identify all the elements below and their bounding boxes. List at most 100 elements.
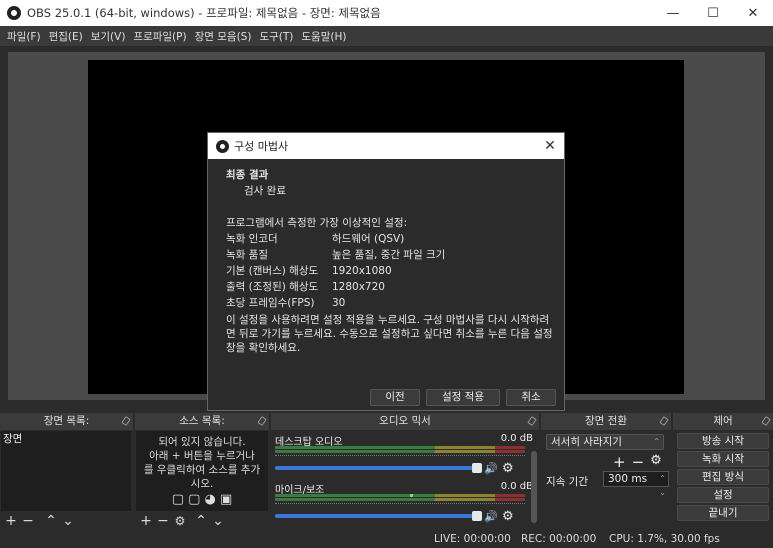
menu-bar: 파일(F) 편집(E) 보기(V) 프로파일(P) 장면 모음(S) 도구(T)…: [0, 26, 773, 46]
add-source-icon[interactable]: +: [140, 514, 152, 528]
menu-help[interactable]: 도움말(H): [297, 29, 350, 44]
add-transition-icon[interactable]: +: [613, 453, 626, 471]
scene-item[interactable]: 장면: [1, 431, 131, 447]
maximize-button[interactable]: ☐: [693, 0, 733, 26]
speaker-icon[interactable]: 🔊: [484, 510, 498, 523]
undock-icon[interactable]: [527, 416, 537, 426]
cancel-button[interactable]: 취소: [506, 389, 556, 406]
setting-value: 1280x720: [332, 281, 385, 293]
setting-value: 1920x1080: [332, 265, 392, 277]
mixer-scrollbar[interactable]: [531, 451, 537, 523]
volume-slider[interactable]: [275, 463, 482, 473]
source-type-icons: ▢ ▢ ◕ ▣: [171, 492, 233, 507]
scenes-dock: 장면 목록: 장면 + − ⌃ ⌄: [0, 413, 133, 530]
remove-transition-icon[interactable]: −: [632, 453, 645, 471]
mixer-dock-title: 오디오 믹서: [271, 413, 539, 430]
dialog-note: 이 설정을 사용하려면 설정 적용을 누르세요. 구성 마법사를 다시 시작하려…: [226, 314, 553, 354]
undock-icon[interactable]: [257, 416, 267, 426]
setting-row: 출력 (조정된) 해상도 1280x720: [226, 279, 556, 295]
mixer-body: 데스크탑 오디오 0.0 dB 🔊 ⚙ 마이크/보조 0.0 dB 🔊 ⚙: [271, 431, 539, 530]
transition-select-value: 서서히 사라지기: [551, 436, 622, 448]
move-up-icon[interactable]: ⌃: [195, 514, 207, 528]
spin-arrows-icon[interactable]: ⌃ ⌄: [659, 472, 666, 500]
setting-row: 기본 (캔버스) 해상도 1920x1080: [226, 263, 556, 279]
dialog-body: 최종 결과 검사 완료 프로그램에서 측정한 가장 이상적인 설정: 녹화 인코…: [226, 167, 556, 355]
scenes-dock-title: 장면 목록:: [0, 413, 133, 430]
obs-logo-icon: [216, 139, 229, 153]
studio-mode-button[interactable]: 편집 방식: [677, 469, 769, 485]
dialog-titlebar: 구성 마법사 ✕: [208, 133, 564, 159]
volume-slider-knob[interactable]: [472, 463, 482, 473]
start-recording-button[interactable]: 녹화 시작: [677, 451, 769, 467]
exit-button[interactable]: 끝내기: [677, 505, 769, 521]
dock-area: 장면 목록: 장면 + − ⌃ ⌄ 소스 목록: 되어 있지 않습니다. 아래 …: [0, 413, 773, 530]
sources-empty-line: 되어 있지 않습니다.: [158, 436, 246, 448]
gear-icon[interactable]: ⚙: [502, 509, 514, 524]
minimize-button[interactable]: —: [653, 0, 693, 26]
remove-source-icon[interactable]: −: [157, 514, 169, 528]
start-streaming-button[interactable]: 방송 시작: [677, 433, 769, 449]
live-status: LIVE: 00:00:00: [434, 533, 511, 545]
window-titlebar: OBS 25.0.1 (64-bit, windows) - 프로파일: 제목없…: [0, 0, 773, 26]
volume-slider-knob[interactable]: [472, 511, 482, 521]
menu-file[interactable]: 파일(F): [3, 29, 45, 44]
channel-db: 0.0 dB: [500, 433, 533, 444]
settings-button[interactable]: 설정: [677, 487, 769, 503]
menu-scene-collection[interactable]: 장면 모음(S): [191, 29, 256, 44]
dialog-intro: 프로그램에서 측정한 가장 이상적인 설정:: [226, 217, 408, 229]
sources-empty-line: 를 우클릭하여 소스를 추가: [143, 464, 261, 476]
speaker-icon[interactable]: 🔊: [484, 462, 498, 475]
move-down-icon[interactable]: ⌄: [62, 514, 74, 528]
controls-title-label: 제어: [713, 415, 733, 427]
sources-dock: 소스 목록: 되어 있지 않습니다. 아래 + 버튼을 누르거나 를 우클릭하여…: [135, 413, 269, 530]
volume-slider[interactable]: [275, 511, 482, 521]
mixer-title-label: 오디오 믹서: [379, 415, 431, 427]
sources-title-label: 소스 목록:: [179, 415, 225, 427]
transition-select[interactable]: 서서히 사라지기 ⌃ ⌄: [546, 434, 664, 460]
close-button[interactable]: ✕: [733, 0, 773, 26]
controls-dock: 제어 방송 시작 녹화 시작 편집 방식 설정 끝내기: [673, 413, 773, 530]
setting-value: 하드웨어 (QSV): [332, 233, 405, 245]
duration-spinbox[interactable]: 300 ms ⌃ ⌄: [603, 471, 669, 497]
add-scene-icon[interactable]: +: [5, 514, 17, 528]
controls-body: 방송 시작 녹화 시작 편집 방식 설정 끝내기: [673, 431, 771, 530]
setting-key: 녹화 품질: [226, 249, 268, 261]
gear-icon[interactable]: ⚙: [502, 461, 514, 476]
undock-icon[interactable]: [121, 416, 131, 426]
sources-empty-line: 시오.: [190, 478, 214, 490]
setting-row: 녹화 품질 높은 품질, 중간 파일 크기: [226, 247, 556, 263]
back-button[interactable]: 이전: [370, 389, 420, 406]
transitions-body: 서서히 사라지기 ⌃ ⌄ + − ⚙ 지속 기간 300 ms ⌃ ⌄: [541, 431, 669, 530]
volume-row: 🔊 ⚙: [275, 461, 527, 476]
menu-tools[interactable]: 도구(T): [255, 29, 297, 44]
dialog-heading: 최종 결과: [226, 169, 269, 181]
setting-value: 30: [332, 297, 346, 309]
move-up-icon[interactable]: ⌃: [45, 514, 57, 528]
gear-icon[interactable]: ⚙: [650, 453, 662, 471]
dialog-title: 구성 마법사: [234, 140, 289, 153]
setting-key: 기본 (캔버스) 해상도: [226, 265, 319, 277]
undock-icon[interactable]: [659, 416, 669, 426]
menu-view[interactable]: 보기(V): [87, 29, 130, 44]
source-settings-gear-icon[interactable]: ⚙: [174, 514, 186, 528]
duration-value: 300 ms: [608, 473, 648, 485]
dialog-close-icon[interactable]: ✕: [536, 138, 564, 154]
channel-db: 0.0 dB: [500, 481, 533, 492]
menu-profile[interactable]: 프로파일(P): [129, 29, 190, 44]
duration-label: 지속 기간: [546, 476, 588, 488]
remove-scene-icon[interactable]: −: [22, 514, 34, 528]
setting-row: 녹화 인코더 하드웨어 (QSV): [226, 231, 556, 247]
rec-status: REC: 00:00:00: [521, 533, 597, 545]
scenes-title-label: 장면 목록:: [43, 415, 90, 427]
undock-icon[interactable]: [761, 416, 771, 426]
window-title: OBS 25.0.1 (64-bit, windows) - 프로파일: 제목없…: [27, 6, 381, 20]
apply-settings-button[interactable]: 설정 적용: [426, 389, 500, 406]
transition-tools: + − ⚙: [613, 453, 662, 471]
sources-toolbar: + − ⚙ ⌃ ⌄: [135, 512, 269, 530]
cpu-status: CPU: 1.7%, 30.00 fps: [609, 533, 720, 545]
menu-edit[interactable]: 편집(E): [45, 29, 87, 44]
sources-list[interactable]: 되어 있지 않습니다. 아래 + 버튼을 누르거나 를 우클릭하여 소스를 추가…: [136, 431, 268, 511]
move-down-icon[interactable]: ⌄: [212, 514, 224, 528]
transitions-title-label: 장면 전환: [585, 415, 627, 427]
transitions-dock-title: 장면 전환: [541, 413, 671, 430]
